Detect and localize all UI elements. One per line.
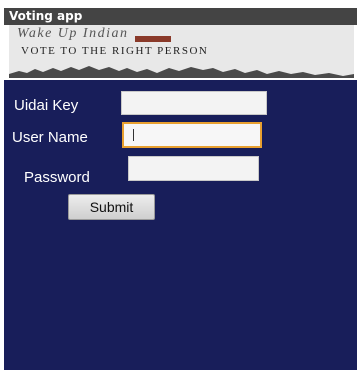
submit-button[interactable]: Submit: [68, 194, 155, 220]
app-title: Voting app: [9, 9, 83, 23]
uidai-key-label: Uidai Key: [14, 97, 79, 114]
user-name-input[interactable]: [122, 122, 262, 148]
text-cursor: [133, 129, 134, 141]
password-label: Password: [24, 169, 90, 186]
banner-slogan: Wake Up Indian: [17, 26, 129, 41]
user-name-label: User Name: [12, 129, 88, 146]
banner-tagline: VOTE TO THE RIGHT PERSON: [21, 45, 209, 57]
password-input[interactable]: [128, 156, 259, 181]
uidai-key-input[interactable]: [121, 91, 267, 115]
crowd-graphic: [9, 66, 354, 78]
banner-image: Wake Up Indian VOTE TO THE RIGHT PERSON: [9, 25, 354, 78]
login-panel: Uidai Key User Name Password: [4, 80, 357, 370]
flag-graphic: [135, 36, 171, 42]
app-title-bar: Voting app: [4, 8, 357, 25]
